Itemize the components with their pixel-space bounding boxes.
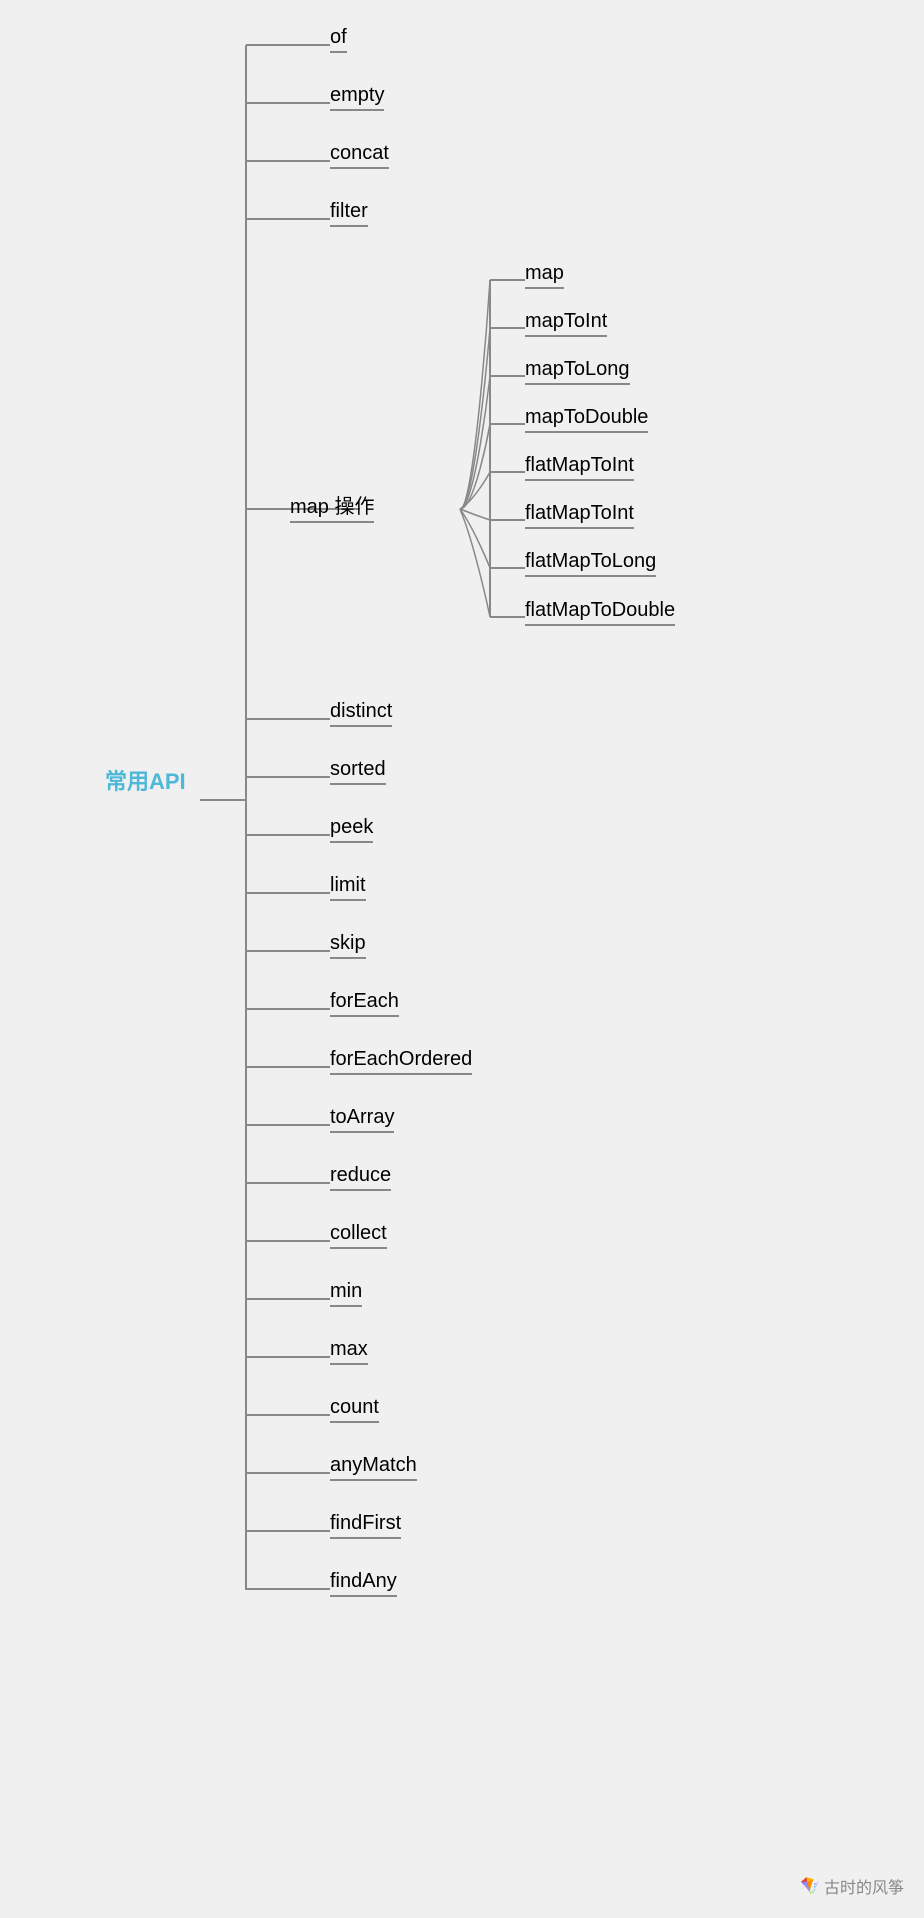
node-filter: filter (330, 200, 368, 227)
node-flatMapToInt: flatMapToInt (525, 454, 634, 481)
node-limit: limit (330, 874, 366, 901)
node-mapToLong: mapToLong (525, 358, 630, 385)
node-sorted: sorted (330, 758, 386, 785)
node-skip: skip (330, 932, 366, 959)
node-count: count (330, 1396, 379, 1423)
mind-map: 常用API of empty concat filter map 操作 map … (0, 0, 924, 1918)
node-toArray: toArray (330, 1106, 394, 1133)
node-flatMapToDouble: flatMapToDouble (525, 599, 675, 626)
node-flatMapToInt2: flatMapToInt (525, 502, 634, 529)
node-map: map (525, 262, 564, 289)
node-findAny: findAny (330, 1570, 397, 1597)
node-concat: concat (330, 142, 389, 169)
node-empty: empty (330, 84, 384, 111)
connector-svg (0, 0, 924, 1918)
node-anyMatch: anyMatch (330, 1454, 417, 1481)
node-collect: collect (330, 1222, 387, 1249)
root-node: 常用API (105, 764, 186, 796)
node-findFirst: findFirst (330, 1512, 401, 1539)
watermark-text: 古时的风筝 (824, 1874, 904, 1898)
node-forEachOrdered: forEachOrdered (330, 1048, 472, 1075)
watermark: 🪁 古时的风筝 (800, 1874, 904, 1898)
node-max: max (330, 1338, 368, 1365)
watermark-icon: 🪁 (800, 1876, 820, 1896)
node-peek: peek (330, 816, 373, 843)
node-of: of (330, 26, 347, 53)
node-mapToInt: mapToInt (525, 310, 607, 337)
node-map-ops: map 操作 (290, 490, 374, 523)
node-min: min (330, 1280, 362, 1307)
node-distinct: distinct (330, 700, 392, 727)
node-flatMapToLong: flatMapToLong (525, 550, 656, 577)
node-mapToDouble: mapToDouble (525, 406, 648, 433)
node-forEach: forEach (330, 990, 399, 1017)
node-reduce: reduce (330, 1164, 391, 1191)
